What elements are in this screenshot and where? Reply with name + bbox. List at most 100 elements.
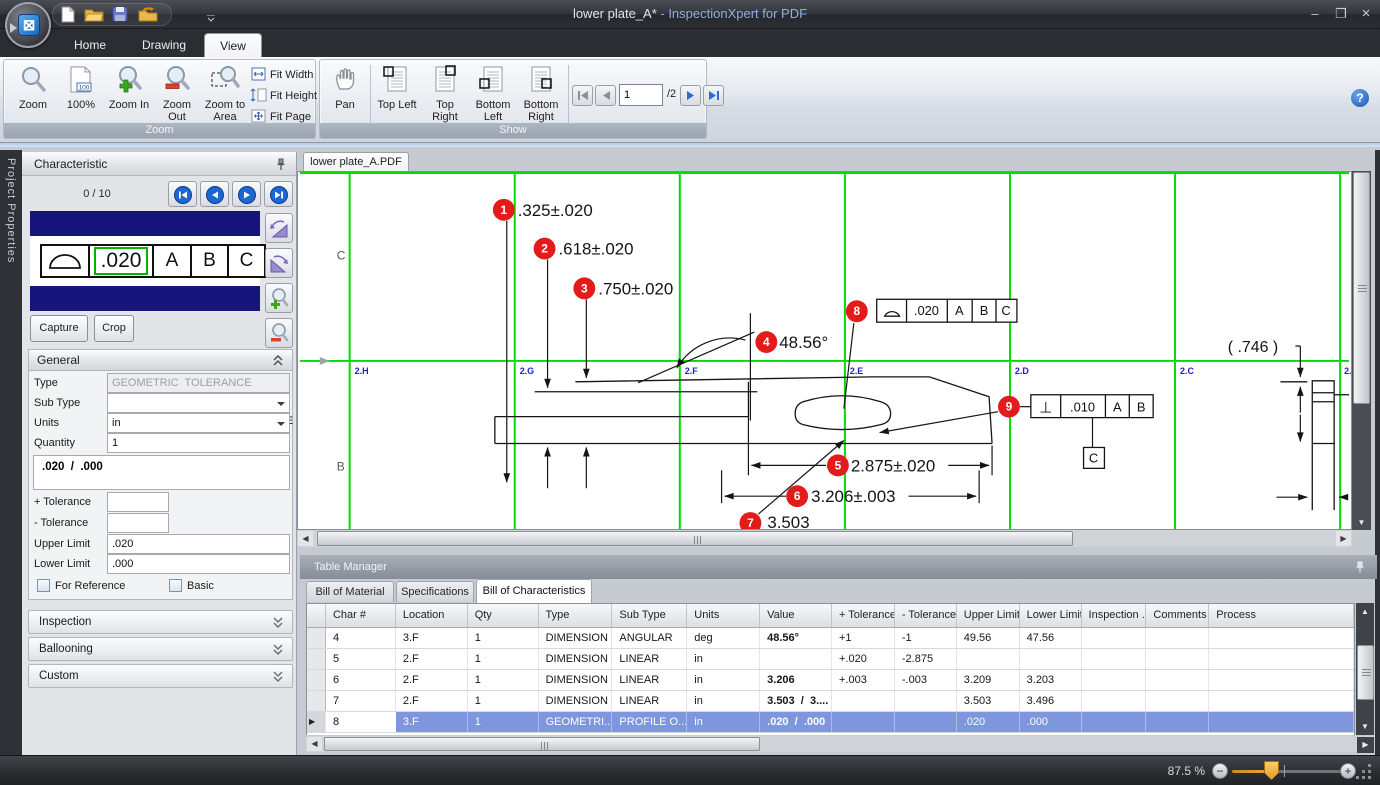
balloon-3[interactable]: 3 xyxy=(573,277,595,299)
table-cell[interactable]: 8 xyxy=(326,712,396,732)
table-cell[interactable]: 3.496 xyxy=(1020,691,1082,711)
inspection-section-header[interactable]: Inspection xyxy=(28,610,293,634)
next-page-button[interactable] xyxy=(680,85,701,106)
column-header[interactable]: Comments xyxy=(1146,604,1209,627)
save-icon[interactable] xyxy=(112,6,130,23)
column-header[interactable]: Inspection ... xyxy=(1082,604,1147,627)
table-cell[interactable] xyxy=(832,712,895,732)
first-page-button[interactable] xyxy=(572,85,593,106)
units-combo[interactable]: in xyxy=(107,413,290,433)
table-cell[interactable] xyxy=(895,712,957,732)
column-header[interactable]: Qty xyxy=(468,604,539,627)
next-characteristic-button[interactable] xyxy=(232,181,261,207)
import-folder-icon[interactable] xyxy=(138,6,156,23)
table-cell[interactable]: 7 xyxy=(326,691,396,711)
table-cell[interactable] xyxy=(1146,691,1209,711)
table-cell[interactable]: 3.503 xyxy=(957,691,1020,711)
dimension-text-6[interactable]: 3.206±.003 xyxy=(811,487,895,506)
balloon-2[interactable]: 2 xyxy=(534,238,556,260)
table-cell[interactable]: DIMENSION xyxy=(539,628,613,648)
table-cell[interactable]: 3.503 / 3.... xyxy=(760,691,832,711)
zoom-slider-track[interactable] xyxy=(1272,770,1344,773)
balloon-7[interactable]: 7 xyxy=(739,512,761,529)
zoom-out-slider-button[interactable]: − xyxy=(1212,763,1228,779)
show-top-left-button[interactable]: Top Left xyxy=(374,63,420,123)
column-header[interactable]: Units xyxy=(687,604,760,627)
plus-tolerance-field[interactable] xyxy=(107,492,169,512)
fit-width-button[interactable]: Fit Width xyxy=(250,65,313,85)
balloon-6[interactable]: 6 xyxy=(786,485,808,507)
table-cell[interactable] xyxy=(1209,628,1354,648)
table-row[interactable]: 62.F1DIMENSIONLINEARin3.206+.003-.0033.2… xyxy=(307,670,1354,691)
balloon-4[interactable]: 4 xyxy=(755,331,777,353)
lower-limit-field[interactable]: .000 xyxy=(107,554,290,574)
scroll-left-icon[interactable]: ◀ xyxy=(298,531,313,546)
preview-zoom-out-button[interactable] xyxy=(265,318,293,348)
table-cell[interactable]: -1 xyxy=(895,628,957,648)
table-row[interactable]: ▶83.F1GEOMETRI...PROFILE O...in.020 / .0… xyxy=(307,712,1354,733)
column-header[interactable]: Lower Limit xyxy=(1020,604,1082,627)
subtype-combo[interactable]: PROFILE OF A SURFACE xyxy=(107,393,290,413)
tab-bill-of-material[interactable]: Bill of Material xyxy=(306,581,394,602)
table-cell[interactable] xyxy=(1082,628,1147,648)
row-selector[interactable] xyxy=(307,670,326,690)
table-horizontal-scrollbar[interactable]: ◀ ▶ xyxy=(306,736,1374,752)
fcf-frame-8[interactable]: .020 A B C xyxy=(877,299,1017,322)
dimension-text-3[interactable]: .750±.020 xyxy=(598,279,673,298)
table-cell[interactable]: in xyxy=(687,712,760,732)
drawing-canvas[interactable]: 2.H 2.G 2.F 2.E 2.D 2.C 2. C B xyxy=(297,171,1352,530)
help-button[interactable]: ? xyxy=(1351,89,1369,107)
general-section-header[interactable]: General xyxy=(29,350,292,371)
table-cell[interactable]: 3.203 xyxy=(1020,670,1082,690)
fit-height-button[interactable]: Fit Height xyxy=(250,86,317,106)
tab-drawing[interactable]: Drawing xyxy=(126,33,202,57)
column-header[interactable]: Char # xyxy=(326,604,396,627)
column-header[interactable]: + Tolerance xyxy=(832,604,895,627)
scroll-down-icon[interactable]: ▼ xyxy=(1356,722,1374,731)
table-cell[interactable]: +1 xyxy=(832,628,895,648)
table-cell[interactable] xyxy=(832,691,895,711)
table-cell[interactable]: 2.F xyxy=(396,670,468,690)
vertical-scrollbar-thumb[interactable] xyxy=(1357,645,1374,700)
table-cell[interactable]: ANGULAR xyxy=(612,628,687,648)
new-document-icon[interactable] xyxy=(60,6,78,23)
table-cell[interactable]: 4 xyxy=(326,628,396,648)
pan-button[interactable]: Pan xyxy=(325,63,365,123)
custom-section-header[interactable]: Custom xyxy=(28,664,293,688)
dimension-text-5[interactable]: 2.875±.020 xyxy=(851,456,935,475)
document-tab[interactable]: lower plate_A.PDF xyxy=(303,152,409,171)
maximize-button[interactable]: ❐ xyxy=(1330,5,1352,23)
zoom-button[interactable]: Zoom xyxy=(10,63,56,123)
tab-home[interactable]: Home xyxy=(58,33,122,57)
row-selector[interactable] xyxy=(307,628,326,648)
table-cell[interactable]: .000 xyxy=(1020,712,1082,732)
minus-tolerance-field[interactable] xyxy=(107,513,169,533)
qat-customize-icon[interactable] xyxy=(206,10,216,28)
table-cell[interactable]: 3.F xyxy=(396,628,468,648)
table-cell[interactable] xyxy=(1209,691,1354,711)
column-header[interactable]: Location xyxy=(396,604,468,627)
table-cell[interactable]: -.003 xyxy=(895,670,957,690)
open-file-icon[interactable] xyxy=(84,6,102,23)
last-characteristic-button[interactable] xyxy=(264,181,293,207)
table-cell[interactable]: LINEAR xyxy=(612,670,687,690)
column-header[interactable]: Value xyxy=(760,604,832,627)
zoom-slider-thumb[interactable] xyxy=(1264,761,1279,780)
column-header[interactable]: Upper Limit xyxy=(957,604,1020,627)
table-cell[interactable]: PROFILE O... xyxy=(612,712,687,732)
previous-page-button[interactable] xyxy=(595,85,616,106)
app-logo-icon[interactable]: ⊠ xyxy=(5,2,51,48)
balloon-9[interactable]: 9 xyxy=(998,396,1020,418)
dimension-text-4[interactable]: 48.56° xyxy=(779,333,828,352)
table-cell[interactable]: in xyxy=(687,670,760,690)
page-number-input[interactable] xyxy=(619,84,663,106)
project-properties-strip[interactable]: Project Properties xyxy=(0,150,22,755)
zoom-to-area-button[interactable]: Zoom to Area xyxy=(202,63,248,123)
table-cell[interactable] xyxy=(1146,712,1209,732)
reference-dimension-text[interactable]: ( .746 ) xyxy=(1228,339,1278,356)
table-cell[interactable] xyxy=(1209,712,1354,732)
table-cell[interactable] xyxy=(957,649,1020,669)
table-cell[interactable]: 6 xyxy=(326,670,396,690)
tab-view[interactable]: View xyxy=(204,33,262,57)
table-cell[interactable]: LINEAR xyxy=(612,649,687,669)
